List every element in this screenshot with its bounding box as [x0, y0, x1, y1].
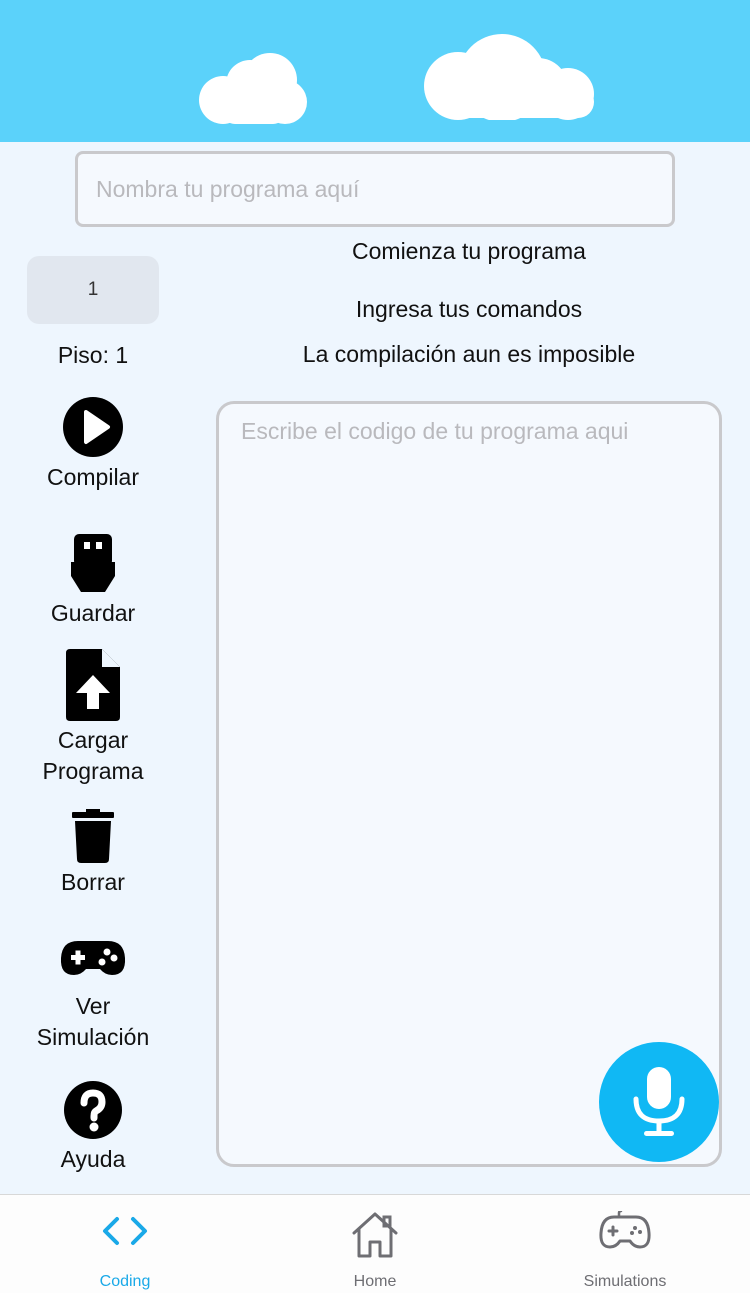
- tab-coding[interactable]: Coding: [0, 1195, 250, 1293]
- help-button[interactable]: Ayuda: [0, 1080, 186, 1175]
- help-label: Ayuda: [60, 1146, 126, 1172]
- tab-simulations[interactable]: Simulations: [500, 1195, 750, 1293]
- sim-label-1: Ver: [75, 993, 111, 1019]
- usb-drive-icon: [71, 534, 115, 592]
- trash-icon: [72, 809, 114, 863]
- help-icon: [64, 1081, 122, 1139]
- tab-home[interactable]: Home: [250, 1195, 500, 1293]
- tab-simulations-label: Simulations: [583, 1273, 667, 1290]
- load-label-1: Cargar: [57, 727, 129, 753]
- delete-label: Borrar: [61, 869, 125, 895]
- tab-bar: Coding Home Simulations: [0, 1194, 750, 1293]
- gamepad-icon: [60, 941, 126, 975]
- view-simulation-button[interactable]: Ver Simulación: [0, 939, 186, 1053]
- save-button[interactable]: Guardar: [0, 532, 186, 629]
- save-label: Guardar: [50, 600, 136, 626]
- compile-button[interactable]: Compilar: [0, 396, 186, 493]
- cloud-right: [424, 34, 594, 120]
- floor-value: 1: [87, 279, 99, 300]
- microphone-button[interactable]: [599, 1042, 719, 1162]
- load-label-2: Programa: [42, 758, 144, 784]
- tab-home-label: Home: [353, 1273, 397, 1290]
- tab-coding-label: Coding: [99, 1273, 151, 1290]
- load-program-button[interactable]: Cargar Programa: [0, 649, 186, 787]
- play-icon: [63, 397, 123, 457]
- program-name-input[interactable]: [75, 151, 675, 227]
- floor-selector[interactable]: 1: [27, 256, 159, 324]
- home-icon: [352, 1212, 398, 1258]
- compile-label: Compilar: [46, 464, 140, 490]
- microphone-icon: [633, 1067, 685, 1136]
- code-icon: [103, 1217, 147, 1245]
- gamepad-outline-icon: [599, 1211, 651, 1249]
- file-upload-icon: [66, 649, 120, 721]
- delete-button[interactable]: Borrar: [0, 809, 186, 898]
- status-start: Comienza tu programa: [352, 238, 586, 264]
- cloud-left: [199, 53, 307, 124]
- sim-label-2: Simulación: [36, 1024, 150, 1050]
- status-compilation: La compilación aun es imposible: [302, 341, 636, 367]
- status-commands: Ingresa tus comandos: [355, 296, 583, 322]
- header-sky: [0, 0, 750, 142]
- floor-label: Piso: 1: [57, 342, 129, 368]
